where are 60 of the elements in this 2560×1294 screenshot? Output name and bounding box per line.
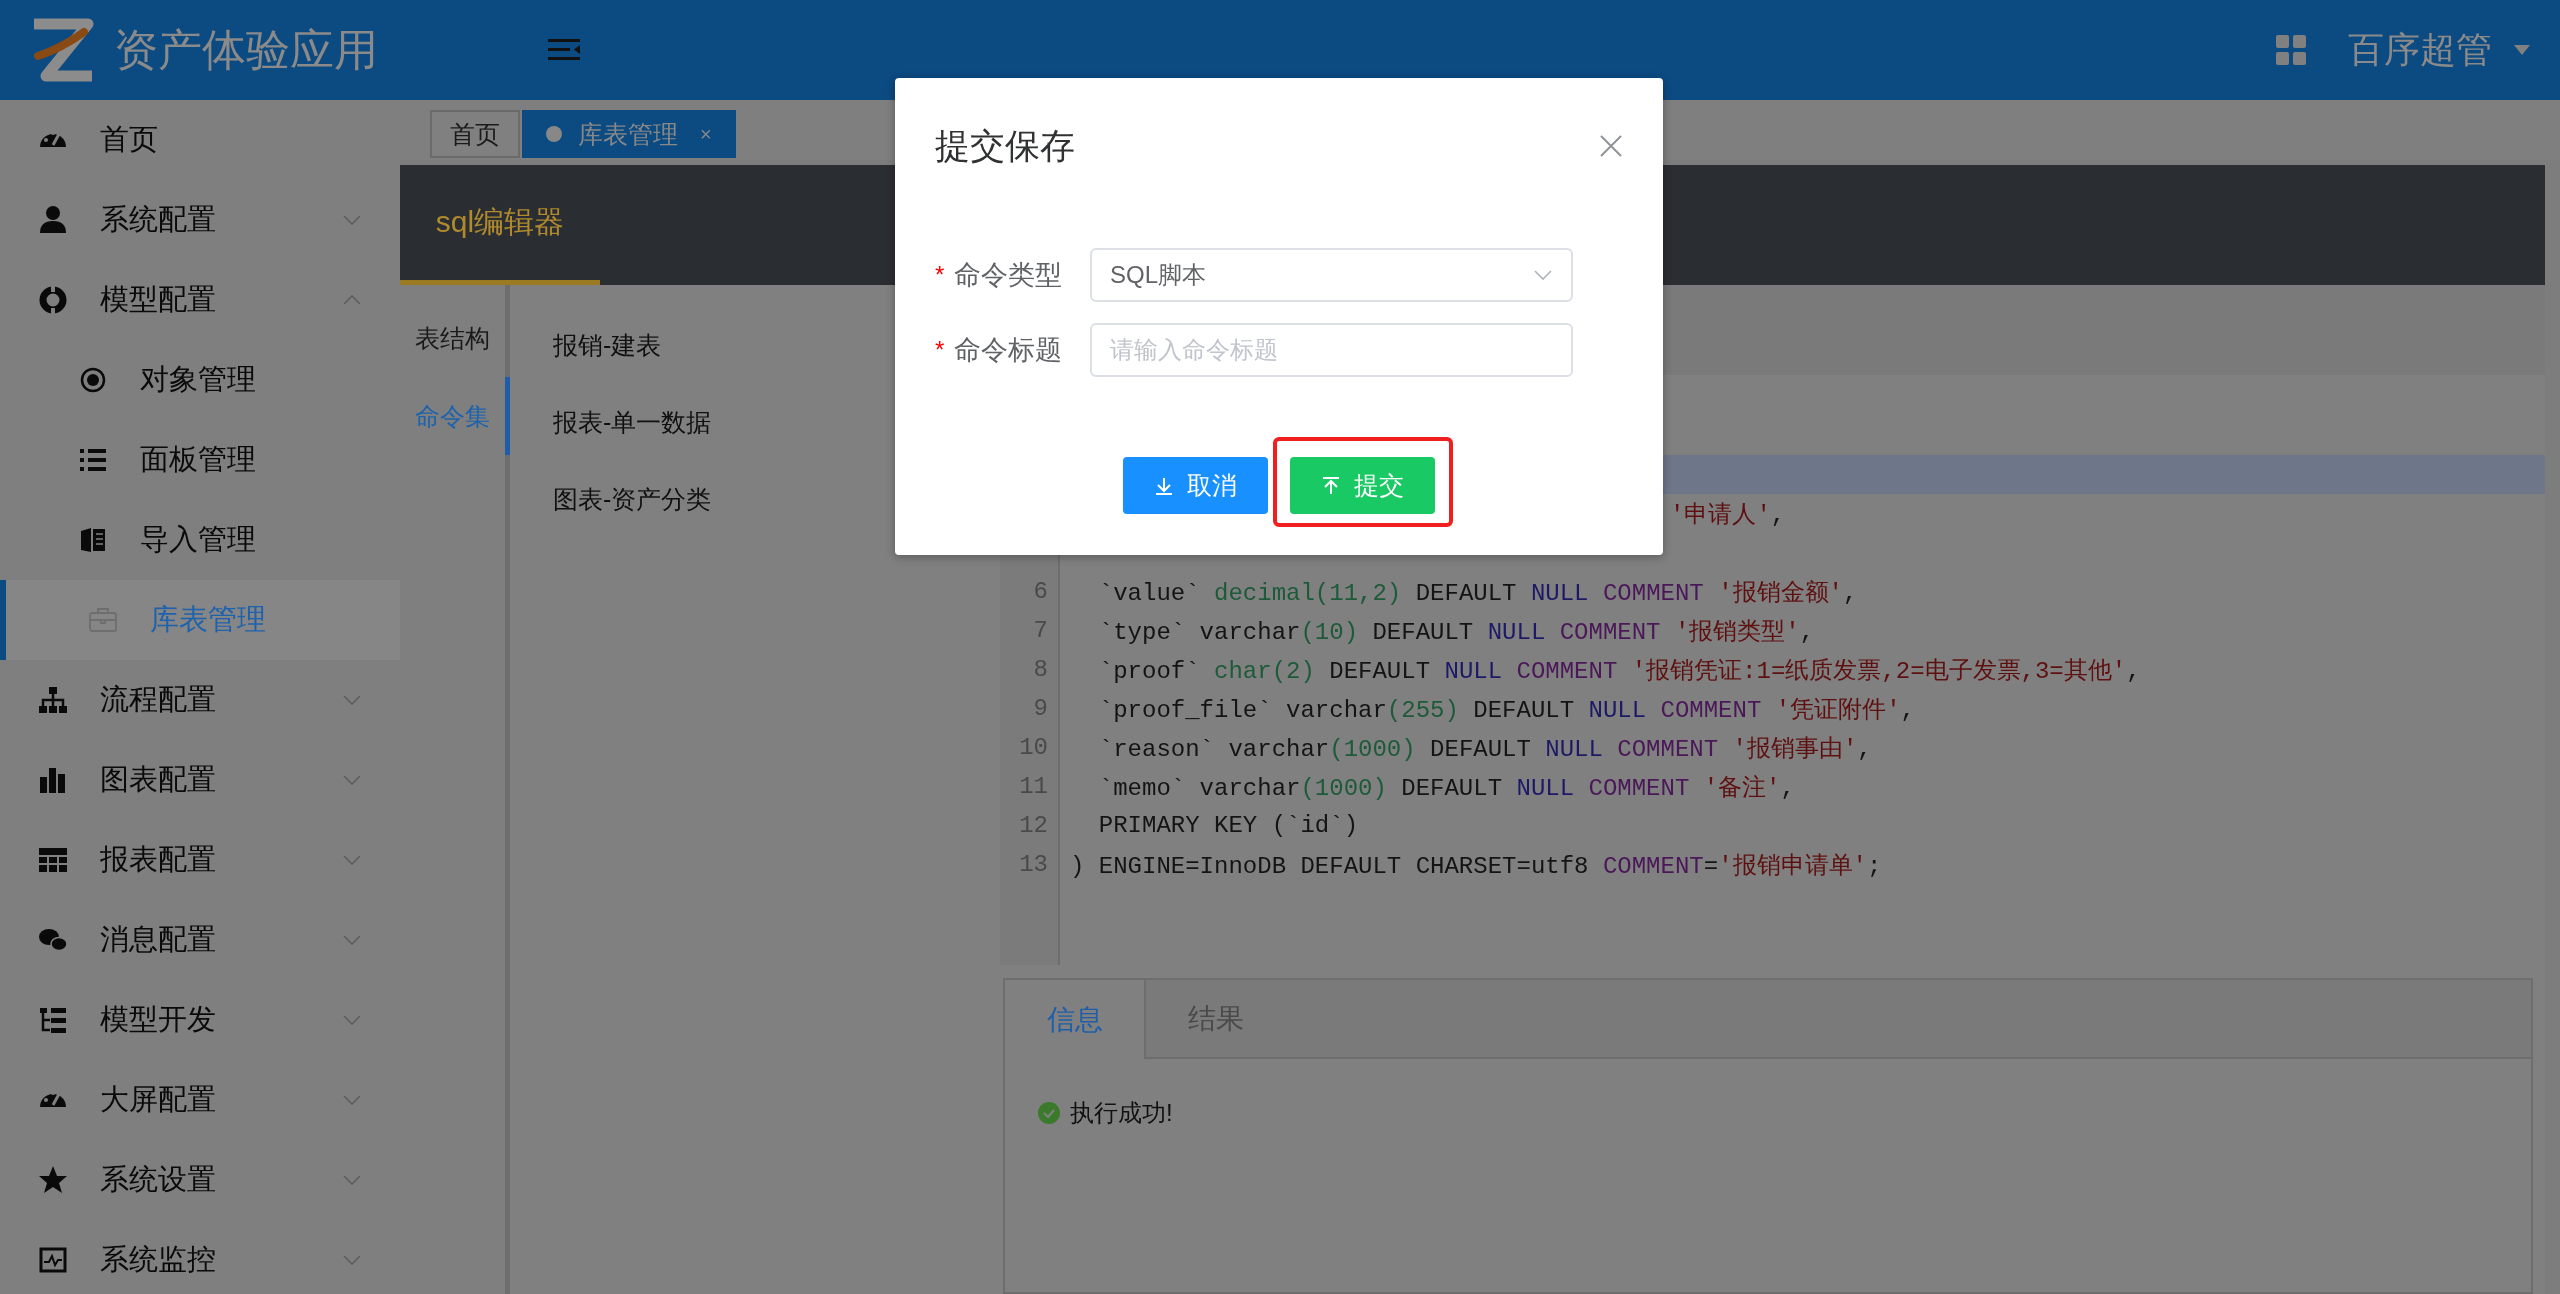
menu-item[interactable]: 系统监控: [0, 1220, 400, 1294]
command-item[interactable]: 图表-资产分类: [553, 461, 712, 538]
chevron-down-icon: [1533, 269, 1553, 281]
code-line: `reason` varchar(1000) DEFAULT NULL COMMENT '报销事由',: [1097, 735, 1872, 763]
status-message: 执行成功!: [1070, 1098, 1173, 1128]
code-line: '申请人',: [1670, 501, 1786, 529]
command-item[interactable]: 报表-单一数据: [553, 384, 712, 461]
code-line: `proof` char(2) DEFAULT NULL COMMENT '报销凭证:1=纸质发票,2=电子发票,3=其他',: [1097, 657, 2141, 685]
menu-item[interactable]: 导入管理: [0, 500, 400, 580]
cancel-button[interactable]: 取消: [1123, 457, 1268, 514]
sitemap-icon: [38, 685, 68, 715]
menu-item[interactable]: 对象管理: [0, 340, 400, 420]
star-icon: [38, 1165, 68, 1195]
caret-down-icon: [2514, 45, 2530, 55]
required-mark: *: [935, 261, 945, 289]
grid-icon: [2276, 35, 2306, 65]
menu-item[interactable]: 系统配置: [0, 180, 400, 260]
close-button[interactable]: [1599, 134, 1623, 158]
command-item[interactable]: 报销-建表: [553, 307, 662, 384]
upload-icon: [1321, 476, 1340, 495]
book-icon: [78, 525, 108, 555]
menu-item[interactable]: 模型开发: [0, 980, 400, 1060]
page-tab[interactable]: 库表管理 ×: [522, 110, 736, 158]
menu-fold-icon: [548, 38, 580, 62]
tree-list-icon: [38, 1005, 68, 1035]
app-title: 资产体验应用: [114, 23, 378, 76]
code-line: `proof_file` varchar(255) DEFAULT NULL COMMENT '凭证附件',: [1097, 696, 1915, 724]
menu-item[interactable]: 流程配置: [0, 660, 400, 740]
close-tab-button[interactable]: ×: [700, 122, 712, 146]
code-line: ) ENGINE=InnoDB DEFAULT CHARSET=utf8 COMMENT='报销申请单';: [1070, 852, 1882, 880]
field-label: 命令类型: [954, 259, 1063, 292]
code-line: `type` varchar(10) DEFAULT NULL COMMENT '报销类型',: [1097, 618, 1815, 646]
page-tab[interactable]: 首页: [430, 110, 520, 158]
table-icon: [38, 845, 68, 875]
input-field[interactable]: 请输入命令标题: [1090, 323, 1573, 377]
menu-item[interactable]: 模型配置: [0, 260, 400, 340]
menu-item[interactable]: 报表配置: [0, 820, 400, 900]
dialog-title: 提交保存: [935, 124, 1075, 167]
code-line: `memo` varchar(1000) DEFAULT NULL COMMENT '备注',: [1097, 774, 1795, 802]
field-label: 命令标题: [954, 334, 1063, 367]
side-tab[interactable]: 表结构: [400, 299, 510, 377]
bar-chart-icon: [38, 765, 68, 795]
menu-item[interactable]: 系统设置: [0, 1140, 400, 1220]
briefcase-icon: [88, 605, 118, 635]
download-icon: [1154, 476, 1173, 495]
menu-item[interactable]: 面板管理: [0, 420, 400, 500]
user-icon: [38, 205, 68, 235]
ring-icon: [38, 285, 68, 315]
code-line: `value` decimal(11,2) DEFAULT NULL COMMENT '报销金额',: [1097, 579, 1858, 607]
user-menu[interactable]: 百序超管: [2348, 25, 2492, 75]
select-field[interactable]: SQL脚本: [1090, 248, 1573, 302]
menu-item[interactable]: 图表配置: [0, 740, 400, 820]
radio-icon: [78, 365, 108, 395]
menu-item[interactable]: 消息配置: [0, 900, 400, 980]
required-mark: *: [935, 336, 945, 364]
menu-item[interactable]: 大屏配置: [0, 1060, 400, 1140]
code-line: PRIMARY KEY (`id`): [1097, 812, 1359, 839]
close-icon: [1599, 134, 1623, 158]
menu-item[interactable]: 首页: [0, 100, 400, 180]
pulse-icon: [38, 1245, 68, 1275]
